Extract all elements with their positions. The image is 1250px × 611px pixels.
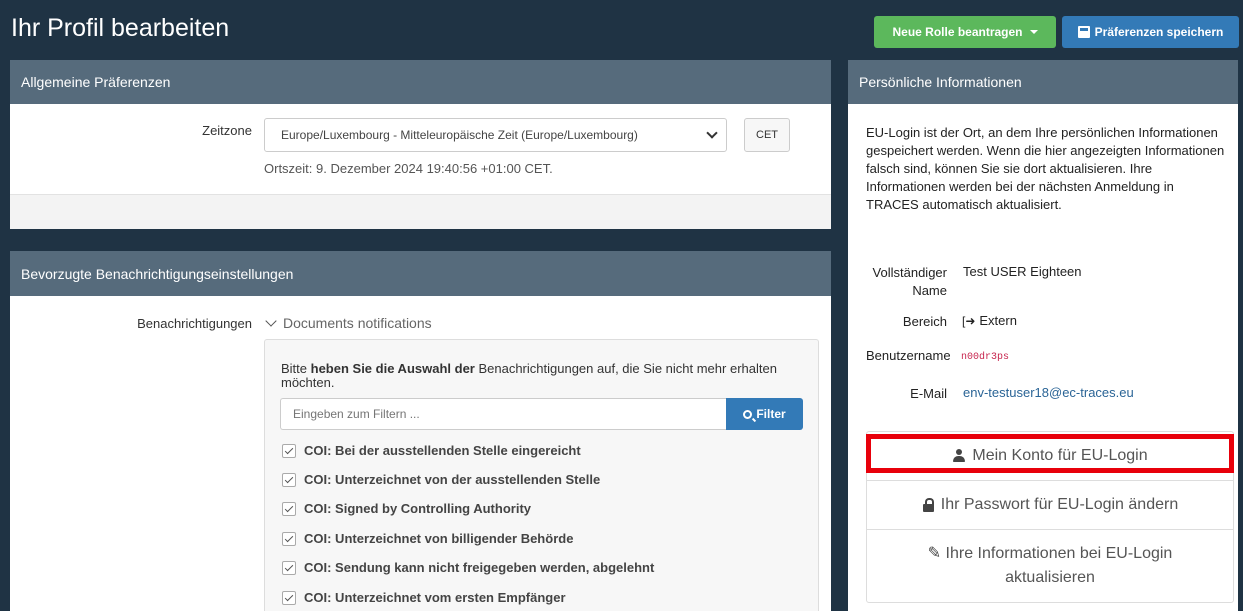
save-preferences-button[interactable]: Präferenzen speichern bbox=[1062, 16, 1239, 48]
eu-login-update-label-2: aktualisieren bbox=[1005, 569, 1095, 586]
area-value: [➜ Extern bbox=[962, 313, 1017, 328]
notification-item[interactable]: COI: Sendung kann nicht freigegeben werd… bbox=[282, 560, 654, 575]
page-title: Ihr Profil bearbeiten bbox=[11, 14, 230, 42]
notification-item-label: COI: Signed by Controlling Authority bbox=[304, 501, 531, 516]
pencil-icon: ✎ bbox=[927, 545, 942, 562]
checkbox-checked[interactable] bbox=[282, 531, 296, 546]
personal-info-header: Persönliche Informationen bbox=[848, 60, 1238, 104]
notification-intro: Bitte heben Sie die Auswahl der Benachri… bbox=[281, 362, 801, 390]
filter-button-label: Filter bbox=[756, 407, 786, 421]
full-name-label: Vollständiger Name bbox=[866, 264, 947, 300]
full-name-value: Test USER Eighteen bbox=[963, 264, 1082, 279]
eu-login-password-label: Ihr Passwort für EU-Login ändern bbox=[940, 495, 1179, 513]
documents-notifications-toggle[interactable]: Documents notifications bbox=[265, 315, 432, 331]
full-name-label-line-2: Name bbox=[912, 283, 947, 298]
notification-item-label: COI: Bei der ausstellenden Stelle einger… bbox=[304, 443, 581, 458]
checkbox-checked[interactable] bbox=[282, 443, 296, 458]
area-label: Bereich bbox=[902, 314, 947, 329]
intro-part-2: heben Sie die Auswahl der bbox=[310, 361, 475, 376]
timezone-select[interactable]: Europe/Luxembourg - Mitteleuropäische Ze… bbox=[264, 118, 727, 152]
checkbox-checked[interactable] bbox=[282, 501, 296, 516]
local-time-value: 9. Dezember 2024 19:40:56 +01:00 CET. bbox=[316, 161, 553, 176]
notification-item[interactable]: COI: Unterzeichnet von billigender Behör… bbox=[282, 531, 573, 546]
eu-login-update-label-1: Ihre Informationen bei EU-Login bbox=[945, 545, 1173, 562]
notification-settings-title: Bevorzugte Benachrichtigungseinstellunge… bbox=[21, 265, 294, 282]
chevron-down-icon bbox=[706, 127, 718, 139]
documents-notifications-label: Documents notifications bbox=[283, 315, 432, 331]
full-name-label-line-1: Vollständiger bbox=[872, 265, 947, 280]
new-role-button[interactable]: Neue Rolle beantragen bbox=[874, 16, 1056, 48]
timezone-abbrev-button[interactable]: CET bbox=[744, 118, 790, 152]
general-preferences-footer bbox=[10, 194, 831, 229]
email-label: E-Mail bbox=[910, 386, 947, 401]
scroll-edge bbox=[1243, 0, 1250, 611]
notification-settings-header: Bevorzugte Benachrichtigungseinstellunge… bbox=[10, 251, 831, 296]
eu-login-update-text: ✎ Ihre Informationen bei EU-Login aktuali… bbox=[928, 542, 1173, 590]
notification-item[interactable]: COI: Bei der ausstellenden Stelle einger… bbox=[282, 443, 581, 458]
username-label: Benutzername bbox=[866, 348, 951, 363]
area-value-text: Extern bbox=[979, 313, 1017, 328]
general-preferences-title: Allgemeine Präferenzen bbox=[21, 74, 171, 90]
timezone-value: Europe/Luxembourg - Mitteleuropäische Ze… bbox=[281, 128, 638, 142]
checkbox-checked[interactable] bbox=[282, 590, 296, 605]
filter-button[interactable]: Filter bbox=[726, 398, 803, 430]
local-time: Ortszeit: 9. Dezember 2024 19:40:56 +01:… bbox=[264, 161, 553, 176]
username-value: n00dr3ps bbox=[961, 352, 1010, 363]
eu-login-update-link[interactable]: ✎ Ihre Informationen bei EU-Login aktuali… bbox=[867, 529, 1233, 602]
email-link[interactable]: env-testuser18@ec-traces.eu bbox=[963, 385, 1134, 400]
save-preferences-label: Präferenzen speichern bbox=[1094, 25, 1224, 39]
personal-info-title: Persönliche Informationen bbox=[859, 74, 1022, 90]
sign-in-icon: [➜ bbox=[962, 313, 976, 328]
notification-item[interactable]: COI: Unterzeichnet vom ersten Empfänger bbox=[282, 590, 566, 605]
search-icon bbox=[743, 409, 753, 419]
notification-item-label: COI: Unterzeichnet vom ersten Empfänger bbox=[304, 590, 566, 605]
general-preferences-header: Allgemeine Präferenzen bbox=[10, 60, 831, 104]
notification-item-label: COI: Sendung kann nicht freigegeben werd… bbox=[304, 560, 655, 575]
intro-part-1: Bitte bbox=[281, 361, 311, 376]
new-role-label: Neue Rolle beantragen bbox=[892, 25, 1023, 39]
caret-down-icon bbox=[1029, 30, 1038, 34]
notifications-label: Benachrichtigungen bbox=[137, 316, 252, 331]
notification-item[interactable]: COI: Unterzeichnet von der ausstellenden… bbox=[282, 472, 600, 487]
highlight-box bbox=[866, 434, 1234, 473]
eu-login-password-link[interactable]: Ihr Passwort für EU-Login ändern bbox=[867, 480, 1233, 528]
timezone-label: Zeitzone bbox=[202, 123, 252, 138]
checkbox-checked[interactable] bbox=[282, 560, 296, 575]
filter-input[interactable] bbox=[280, 398, 727, 430]
save-icon bbox=[1077, 26, 1090, 38]
checkbox-checked[interactable] bbox=[282, 472, 296, 487]
notification-item-label: COI: Unterzeichnet von der ausstellenden… bbox=[304, 472, 601, 487]
lock-icon bbox=[922, 497, 935, 512]
chevron-down-icon bbox=[265, 315, 277, 327]
personal-info-description: EU-Login ist der Ort, an dem Ihre persön… bbox=[866, 125, 1225, 212]
local-time-prefix: Ortszeit: bbox=[264, 161, 317, 176]
notification-item-label: COI: Unterzeichnet von billigender Behör… bbox=[304, 531, 574, 546]
notification-item[interactable]: COI: Signed by Controlling Authority bbox=[282, 501, 531, 516]
